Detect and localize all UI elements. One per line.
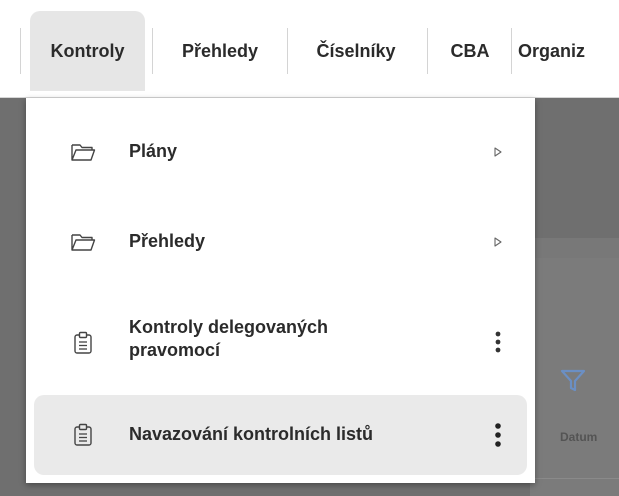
background-column-label: Datum (560, 430, 598, 444)
menu-item-label: Navazování kontrolních listů (129, 424, 374, 444)
folder-icon (70, 229, 96, 255)
tab-label: Organiz (518, 40, 586, 61)
clipboard-icon (70, 330, 96, 356)
clipboard-icon (70, 422, 96, 448)
tab-label: CBA (450, 40, 490, 61)
tab-cba[interactable]: CBA (432, 11, 508, 91)
more-vertical-icon[interactable] (486, 420, 510, 450)
menu-item-navazovani-kontrolnich-listu[interactable]: Navazování kontrolních listů (34, 395, 527, 475)
more-vertical-icon[interactable] (486, 327, 510, 357)
menu-item-label: Přehledy (129, 231, 206, 251)
menu-item-label: Plány (129, 141, 178, 161)
menu-separator (20, 28, 21, 74)
menu-separator (287, 28, 288, 74)
tab-label: Číselníky (316, 40, 396, 61)
background-panel-header (530, 238, 619, 258)
submenu-arrow-icon (492, 146, 504, 158)
tab-organizace[interactable]: Organiz (518, 11, 619, 91)
tab-label: Kontroly (50, 40, 125, 61)
folder-icon (70, 139, 96, 165)
menu-item-plany[interactable]: Plány (34, 110, 527, 194)
menu-separator (152, 28, 153, 74)
app-window: Datum Kontroly Přehledy Číselníky CBA Or… (0, 0, 619, 496)
tab-prehledy[interactable]: Přehledy (158, 11, 282, 91)
top-menu-bar: Kontroly Přehledy Číselníky CBA Organiz (0, 0, 619, 98)
menu-item-label: Kontroly delegovaných pravomocí (129, 316, 328, 362)
tab-ciselniky[interactable]: Číselníky (290, 11, 422, 91)
filter-icon (560, 369, 586, 392)
submenu-arrow-icon (492, 236, 504, 248)
background-divider (534, 478, 619, 479)
tab-kontroly[interactable]: Kontroly (30, 11, 145, 91)
menu-item-prehledy[interactable]: Přehledy (34, 200, 527, 284)
tab-label: Přehledy (181, 40, 259, 61)
menu-item-label-line1: Kontroly delegovaných (129, 317, 329, 337)
menu-item-label-line2: pravomocí (129, 340, 221, 360)
menu-separator (427, 28, 428, 74)
menu-item-kontroly-delegovanych-pravomoci[interactable]: Kontroly delegovaných pravomocí (34, 294, 527, 390)
menu-separator (511, 28, 512, 74)
kontroly-dropdown-menu: Plány Přehledy Kontroly delegovaných pra… (26, 98, 535, 483)
